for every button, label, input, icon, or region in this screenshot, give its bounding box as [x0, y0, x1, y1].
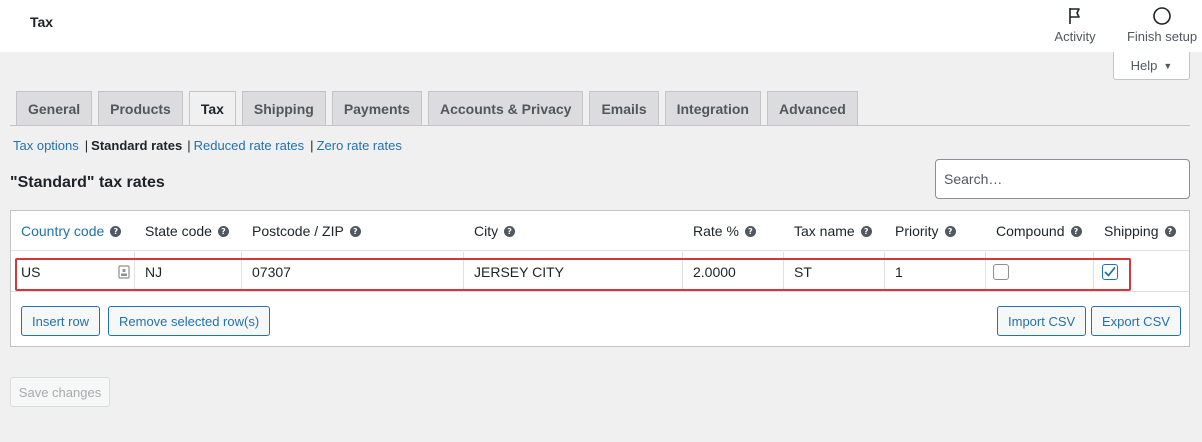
search-input[interactable] — [935, 159, 1190, 199]
tab-emails[interactable]: Emails — [589, 91, 659, 126]
zero-rates-link[interactable]: Zero rate rates — [317, 138, 402, 153]
col-label: Priority — [895, 223, 939, 239]
priority-cell[interactable]: 1 — [885, 252, 986, 292]
separator: | — [84, 138, 89, 153]
tax-options-link[interactable]: Tax options — [13, 138, 79, 153]
compound-cell — [986, 252, 1094, 292]
standard-rates-link: Standard rates — [91, 138, 183, 153]
progress-circle-icon — [1153, 7, 1171, 25]
export-csv-button[interactable]: Export CSV — [1091, 306, 1181, 336]
help-tip-icon: ? — [944, 225, 956, 237]
help-button[interactable]: Help ▼ — [1113, 52, 1190, 80]
col-label: State code — [145, 223, 212, 239]
rate-cell[interactable]: 2.0000 — [683, 252, 784, 292]
separator: | — [310, 138, 314, 153]
col-shipping: Shipping ? — [1104, 223, 1176, 239]
caret-down-icon: ▼ — [1163, 60, 1173, 71]
col-city: City ? — [474, 223, 516, 239]
col-priority: Priority ? — [895, 223, 956, 239]
help-tip-icon: ? — [860, 225, 872, 237]
col-state-code: State code ? — [145, 223, 229, 239]
compound-checkbox[interactable] — [993, 264, 1009, 280]
tab-general[interactable]: General — [16, 91, 93, 126]
shipping-checkbox[interactable] — [1102, 264, 1118, 280]
tab-advanced[interactable]: Advanced — [766, 91, 858, 126]
reduced-rates-link[interactable]: Reduced rate rates — [194, 138, 305, 153]
col-postcode: Postcode / ZIP ? — [252, 223, 361, 239]
tax-name-cell[interactable]: ST — [784, 252, 885, 292]
table-header: Country code ? State code ? Postcode / Z… — [11, 211, 1189, 251]
table-row[interactable]: US NJ 07307 JERSEY CITY 2.0000 ST 1 — [11, 252, 1189, 292]
help-tip-icon: ? — [504, 225, 516, 237]
tabs-divider — [10, 125, 1190, 126]
col-country-code[interactable]: Country code ? — [21, 223, 122, 239]
finish-setup-label: Finish setup — [1126, 29, 1198, 44]
tab-tax[interactable]: Tax — [188, 91, 236, 126]
help-tip-icon: ? — [1164, 225, 1176, 237]
import-csv-button[interactable]: Import CSV — [997, 306, 1087, 336]
help-tip-icon: ? — [349, 225, 361, 237]
col-label: Rate % — [693, 223, 739, 239]
settings-tabs: General Products Tax Shipping Payments A… — [16, 91, 864, 126]
activity-button[interactable]: Activity — [1035, 4, 1115, 50]
contact-card-icon — [118, 265, 130, 279]
help-tip-icon: ? — [744, 225, 756, 237]
tax-rates-table: Country code ? State code ? Postcode / Z… — [10, 210, 1190, 347]
activity-label: Activity — [1054, 29, 1096, 44]
insert-row-button[interactable]: Insert row — [21, 306, 101, 336]
shipping-cell — [1094, 252, 1191, 292]
help-tip-icon: ? — [110, 225, 122, 237]
col-label: Country code — [21, 223, 105, 239]
col-label: City — [474, 223, 499, 239]
help-label: Help — [1130, 58, 1158, 73]
save-changes-button[interactable]: Save changes — [10, 377, 110, 407]
tax-subsection-nav: Tax options | Standard rates | Reduced r… — [13, 138, 402, 153]
section-title: "Standard" tax rates — [10, 174, 165, 191]
col-label: Shipping — [1104, 223, 1159, 239]
top-header: Tax Activity Finish setup — [0, 0, 1202, 52]
col-rate: Rate % ? — [693, 223, 756, 239]
tab-payments[interactable]: Payments — [331, 91, 422, 126]
checkmark-icon — [1104, 267, 1116, 277]
col-compound: Compound ? — [996, 223, 1082, 239]
state-cell[interactable]: NJ — [135, 252, 242, 292]
tab-accounts-privacy[interactable]: Accounts & Privacy — [427, 91, 584, 126]
tab-integration[interactable]: Integration — [664, 91, 761, 126]
help-tip-icon: ? — [217, 225, 229, 237]
country-cell[interactable]: US — [11, 252, 135, 292]
flag-icon — [1069, 8, 1080, 24]
country-value: US — [21, 264, 41, 280]
separator: | — [187, 138, 191, 153]
col-tax-name: Tax name ? — [794, 223, 872, 239]
postcode-cell[interactable]: 07307 — [242, 252, 464, 292]
col-label: Compound — [996, 223, 1065, 239]
help-tip-icon: ? — [1070, 225, 1082, 237]
tab-shipping[interactable]: Shipping — [241, 91, 326, 126]
finish-setup-button[interactable]: Finish setup — [1122, 4, 1202, 50]
col-label: Tax name — [794, 223, 855, 239]
city-cell[interactable]: JERSEY CITY — [464, 252, 683, 292]
col-label: Postcode / ZIP — [252, 223, 344, 239]
page-title: Tax — [30, 14, 54, 30]
remove-rows-button[interactable]: Remove selected row(s) — [108, 306, 271, 336]
tab-products[interactable]: Products — [98, 91, 183, 126]
